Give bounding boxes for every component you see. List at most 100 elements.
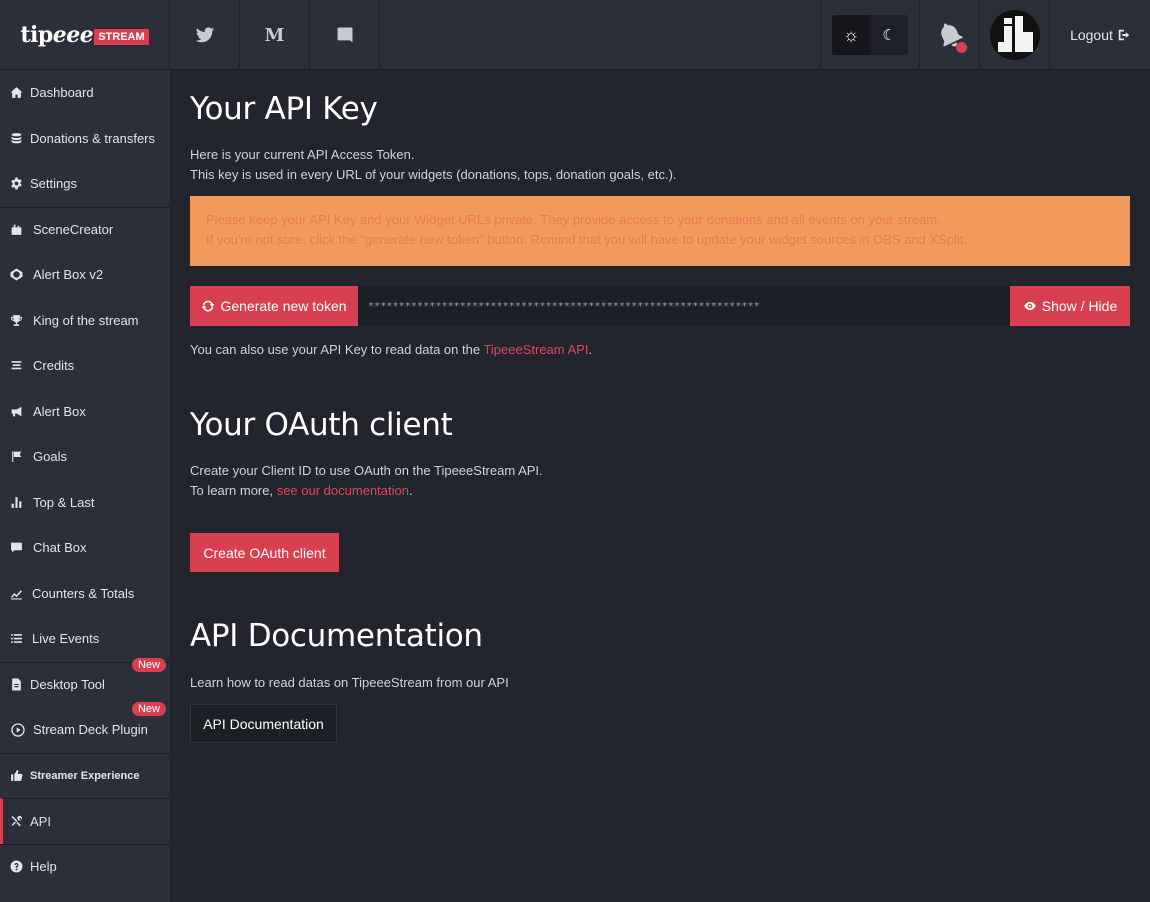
discord-link[interactable] (310, 0, 380, 70)
logout-button[interactable]: Logout (1051, 0, 1150, 70)
sidebar-item-label: Top & Last (33, 494, 95, 510)
logout-icon (1118, 29, 1130, 41)
oauth-line1: Create your Client ID to use OAuth on th… (190, 463, 543, 478)
create-oauth-client-button[interactable]: Create OAuth client (190, 533, 339, 572)
sidebar-item-alert-box[interactable]: Alert Box (0, 389, 170, 435)
oauth-line2-text: To learn more, (190, 483, 277, 498)
tipeeestream-api-link[interactable]: TipeeeStream API (483, 342, 588, 357)
sidebar-item-api[interactable]: API (0, 798, 170, 844)
documentation-link[interactable]: see our documentation (277, 483, 409, 498)
oauth-line2-suffix: . (408, 483, 413, 498)
api-read-suffix: . (588, 342, 593, 357)
avatar-image (989, 10, 1040, 60)
sidebar-item-label: Credits (33, 358, 75, 374)
api-documentation-button-label: API Documentation (203, 715, 324, 732)
sidebar-item-streamer-experience[interactable]: Streamer Experience (0, 752, 170, 799)
show-hide-label: Show / Hide (1041, 298, 1118, 314)
api-key-intro: Here is your current API Access Token. T… (190, 145, 1130, 185)
sidebar-item-scenecreator[interactable]: SceneCreator (0, 206, 170, 253)
line-chart-icon (11, 590, 22, 600)
medium-icon: M (264, 24, 285, 46)
theme-switcher: ☼ ☾ (820, 0, 920, 70)
sidebar-item-settings[interactable]: Settings (0, 161, 170, 207)
new-badge: New (131, 657, 166, 672)
chat-icon (11, 542, 22, 553)
sidebar-item-dashboard[interactable]: Dashboard (0, 70, 170, 116)
twitter-icon (195, 27, 214, 43)
generate-token-label: Generate new token (220, 298, 347, 314)
oauth-title: Your OAuth client (190, 407, 453, 443)
twitter-link[interactable] (170, 0, 240, 70)
sidebar-item-credits[interactable]: Credits (0, 343, 170, 389)
sidebar-item-stream-deck-plugin[interactable]: Stream Deck Plugin New (0, 702, 170, 753)
sidebar-item-live-events[interactable]: Live Events (0, 616, 170, 662)
refresh-icon (202, 300, 215, 312)
sidebar-item-top-last[interactable]: Top & Last (0, 480, 170, 526)
home-icon (10, 87, 23, 99)
database-icon (11, 132, 22, 144)
sidebar-item-goals[interactable]: Goals (0, 434, 170, 480)
medium-link[interactable]: M (240, 0, 310, 70)
new-badge: New (131, 702, 166, 716)
discord-icon (337, 27, 352, 43)
scene-icon (11, 224, 22, 236)
generate-token-button[interactable]: Generate new token (190, 286, 358, 326)
question-icon (10, 860, 23, 873)
api-key-intro-line2: This key is used in every URL of your wi… (190, 167, 677, 182)
sun-icon: ☼ (842, 24, 860, 45)
main-content: Your API Key Here is your current API Ac… (190, 70, 1130, 743)
logout-label: Logout (1070, 27, 1113, 43)
sidebar-item-label: Chat Box (33, 540, 87, 556)
api-read-text: You can also use your API Key to read da… (190, 342, 484, 357)
top-bar: tipeee STREAM M ☼ ☾ Logout (0, 0, 1150, 70)
create-oauth-client-label: Create OAuth client (203, 544, 326, 561)
sidebar-item-label: King of the stream (33, 312, 139, 328)
sidebar: Dashboard Donations & transfers Settings… (0, 70, 170, 902)
alert-v2-icon (10, 268, 23, 281)
sidebar-item-help[interactable]: Help (0, 843, 170, 890)
sidebar-item-label: Dashboard (30, 85, 94, 101)
logo-text-tip: tip (20, 22, 53, 48)
light-mode-button[interactable]: ☼ (832, 15, 870, 55)
api-key-intro-line1: Here is your current API Access Token. (190, 147, 415, 162)
thumbs-up-icon (11, 770, 23, 782)
api-key-title: Your API Key (190, 91, 378, 127)
warning-line2: If you're not sure, click the "generate … (206, 232, 968, 247)
oauth-line2: To learn more, see our documentation. (190, 481, 1130, 501)
oauth-description: Create your Client ID to use OAuth on th… (190, 461, 1130, 501)
sidebar-item-desktop-tool[interactable]: Desktop Tool New (0, 657, 170, 708)
sidebar-item-label: Goals (33, 449, 67, 465)
play-circle-icon (11, 723, 25, 737)
sidebar-item-counters-totals[interactable]: Counters & Totals (0, 571, 170, 617)
sidebar-item-label: Alert Box v2 (33, 267, 104, 283)
sidebar-item-king-of-the-stream[interactable]: King of the stream (0, 298, 170, 344)
sidebar-item-label: API (30, 813, 51, 829)
user-menu[interactable] (980, 0, 1050, 70)
api-documentation-button[interactable]: API Documentation (190, 704, 337, 743)
notification-indicator (956, 42, 967, 53)
megaphone-icon (11, 406, 22, 417)
privacy-warning: Please keep your API Key and your Widget… (190, 196, 1130, 266)
sidebar-item-label: SceneCreator (33, 222, 114, 238)
credits-icon (11, 361, 22, 370)
sidebar-item-donations[interactable]: Donations & transfers (0, 116, 170, 162)
sidebar-item-label: Counters & Totals (32, 585, 135, 601)
sidebar-item-label: Alert Box (33, 403, 86, 419)
sidebar-item-alert-box-v2[interactable]: Alert Box v2 (0, 252, 170, 298)
sidebar-item-label: Desktop Tool (30, 677, 105, 693)
file-icon (12, 678, 21, 691)
sidebar-item-label: Settings (30, 176, 77, 192)
dark-mode-button[interactable]: ☾ (870, 15, 908, 55)
flag-icon (12, 451, 22, 463)
list-icon (11, 634, 22, 644)
sidebar-item-label: Help (30, 859, 57, 875)
tools-icon (11, 815, 23, 827)
sidebar-item-chat-box[interactable]: Chat Box (0, 525, 170, 571)
notifications-button[interactable] (920, 0, 980, 70)
api-token-field[interactable]: ****************************************… (358, 286, 1010, 326)
sidebar-item-label: Donations & transfers (30, 130, 156, 146)
trophy-icon (11, 314, 22, 326)
logo-stream-badge: STREAM (94, 28, 149, 45)
show-hide-button[interactable]: Show / Hide (1010, 286, 1130, 326)
tipeeestream-logo[interactable]: tipeee STREAM (0, 0, 170, 70)
